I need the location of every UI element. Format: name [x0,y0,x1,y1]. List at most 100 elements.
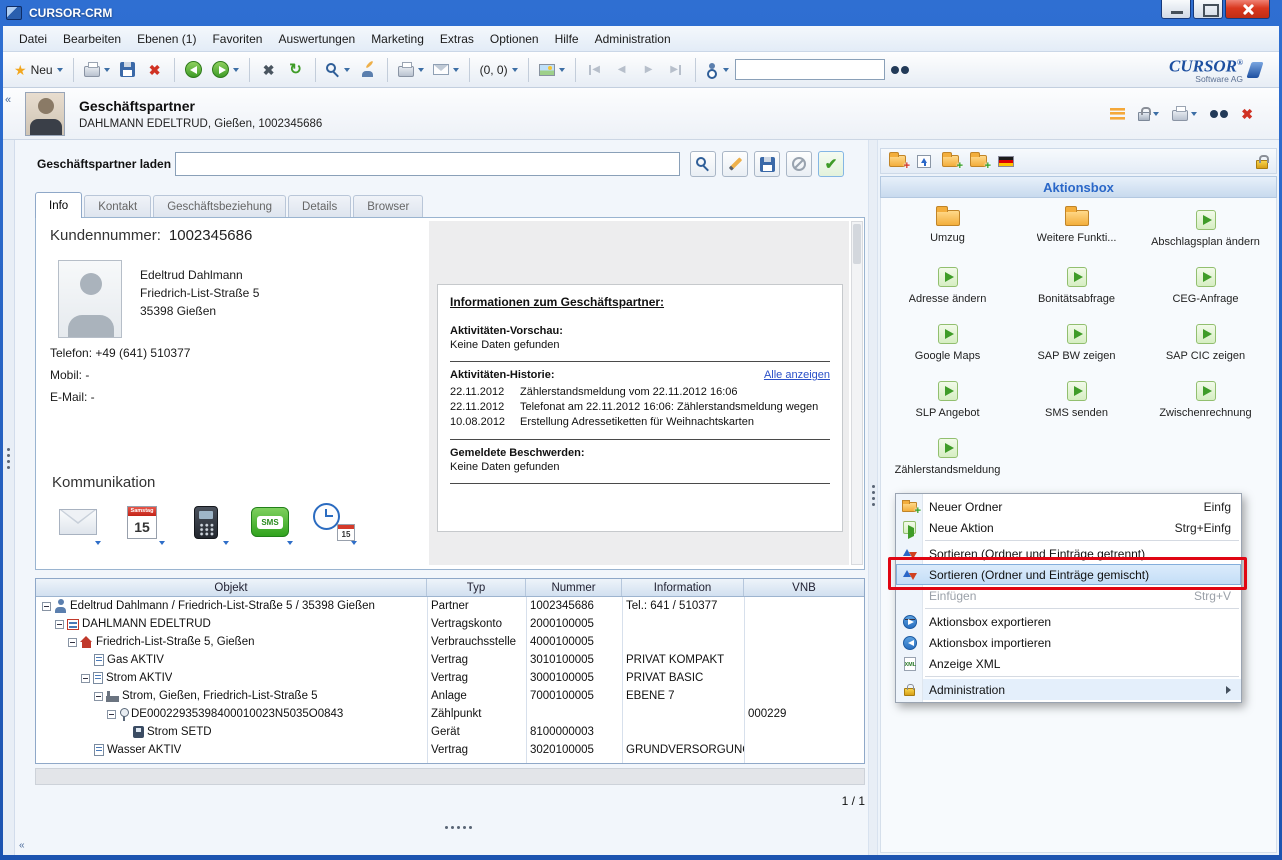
right-splitter[interactable] [868,140,878,855]
action-abschlagsplan-aendern[interactable]: Abschlagsplan ändern [1141,206,1270,263]
menu-item-favoriten[interactable]: Favoriten [204,28,270,50]
action-ceg-anfrage[interactable]: CEG-Anfrage [1141,263,1270,320]
person-search-button[interactable] [703,57,732,83]
send-email-button[interactable] [54,498,102,546]
info-zone-scrollbar[interactable] [851,221,863,565]
collapse-toggle[interactable] [81,674,90,683]
print-button[interactable] [81,57,113,83]
find-button[interactable] [888,57,912,83]
header-print-button[interactable] [1172,107,1197,121]
table-row-vertragskonto[interactable]: DAHLMANN EDELTRUD Vertragskonto 20001000… [36,615,864,633]
action-zwischenrechnung[interactable]: Zwischenrechnung [1141,377,1270,434]
menu-item-ebenen[interactable]: Ebenen (1) [129,28,204,50]
close-view-icon[interactable]: ✖ [1241,107,1253,121]
action-weitere-funktionen[interactable]: Weitere Funkti... [1012,206,1141,263]
collapse-toggle[interactable] [68,638,77,647]
loader-save-button[interactable] [754,151,780,177]
table-row-zaehlpunkt[interactable]: DE00022935398400010023N5035O0843 Zählpun… [36,705,864,723]
next-record-button[interactable]: ▶ [637,57,661,83]
appointment-button[interactable]: 15 [310,498,358,546]
action-sap-cic-zeigen[interactable]: SAP CIC zeigen [1141,320,1270,377]
table-row-geraet[interactable]: Strom SETD Gerät 8100000003 [36,723,864,741]
ctx-anzeige-xml[interactable]: Anzeige XML [896,653,1241,674]
column-header-objekt[interactable]: Objekt [36,579,427,596]
menu-item-datei[interactable]: Datei [11,28,55,50]
edit-partner-button[interactable] [356,57,380,83]
loader-confirm-button[interactable]: ✔ [818,151,844,177]
quick-search-input[interactable] [735,59,885,80]
new-folder-icon[interactable] [889,155,906,167]
table-row-vertrag-strom[interactable]: Strom AKTIV Vertrag 3000100005 PRIVAT BA… [36,669,864,687]
action-zaehlerstandsmeldung[interactable]: Zählerstandsmeldung [883,434,1012,491]
loader-cancel-button[interactable] [786,151,812,177]
extended-search-button[interactable] [323,57,353,83]
parent-level-icon[interactable] [917,155,931,168]
action-slp-angebot[interactable]: SLP Angebot [883,377,1012,434]
ctx-neue-aktion[interactable]: Neue Aktion Strg+Einfg [896,517,1241,538]
left-splitter[interactable] [3,140,15,855]
mail-button[interactable] [430,57,462,83]
print-report-button[interactable] [395,57,427,83]
save-button[interactable] [116,57,140,83]
phone-button[interactable] [182,498,230,546]
ctx-sortieren-getrennt[interactable]: Sortieren (Ordner und Einträge getrennt) [896,543,1241,564]
table-row-verbrauchsstelle[interactable]: Friedrich-List-Straße 5, Gießen Verbrauc… [36,633,864,651]
loader-search-button[interactable] [690,151,716,177]
alle-anzeigen-link[interactable]: Alle anzeigen [764,369,830,383]
menu-item-administration[interactable]: Administration [587,28,679,50]
lock-button[interactable] [1138,106,1159,121]
table-horizontal-scrollbar[interactable] [35,768,865,785]
action-umzug[interactable]: Umzug [883,206,1012,263]
bottom-splitter-grip[interactable] [445,826,448,829]
aktionsbox-lock-icon[interactable] [1256,160,1268,169]
menu-item-bearbeiten[interactable]: Bearbeiten [55,28,129,50]
collapse-toggle[interactable] [94,692,103,701]
add-action-icon[interactable] [970,155,987,167]
first-record-button[interactable]: ◀ [583,57,607,83]
column-header-information[interactable]: Information [622,579,744,596]
action-bonitaetsabfrage[interactable]: Bonitätsabfrage [1012,263,1141,320]
previous-record-button[interactable]: ◀ [610,57,634,83]
header-search-icon[interactable] [1210,108,1228,120]
last-record-button[interactable]: ▶ [664,57,688,83]
action-adresse-aendern[interactable]: Adresse ändern [883,263,1012,320]
collapse-toggle[interactable] [42,602,51,611]
column-header-typ[interactable]: Typ [427,579,526,596]
table-row-anlage[interactable]: Strom, Gießen, Friedrich-List-Straße 5 A… [36,687,864,705]
loader-edit-button[interactable] [722,151,748,177]
partner-load-input[interactable] [175,152,680,176]
image-button[interactable] [536,57,568,83]
close-button[interactable] [1225,0,1270,19]
collapse-left-icon[interactable]: « [5,94,11,106]
tab-details[interactable]: Details [288,195,351,218]
table-row-vertrag-wasser[interactable]: Wasser AKTIV Vertrag 3020100005 GRUNDVER… [36,741,864,759]
maximize-button[interactable] [1193,0,1223,19]
selection-counter[interactable]: (0, 0) [477,57,521,83]
menu-item-auswertungen[interactable]: Auswertungen [270,28,363,50]
back-button[interactable] [182,57,206,83]
ctx-sortieren-gemischt[interactable]: Sortieren (Ordner und Einträge gemischt) [896,564,1241,585]
left-splitter-grip[interactable] [7,448,10,451]
refresh-button[interactable]: ↻ [284,57,308,83]
collapse-toggle[interactable] [55,620,64,629]
action-sap-bw-zeigen[interactable]: SAP BW zeigen [1012,320,1141,377]
right-splitter-grip[interactable] [872,485,875,488]
ctx-administration[interactable]: Administration [896,679,1241,700]
ctx-aktionsbox-importieren[interactable]: Aktionsbox importieren [896,632,1241,653]
menu-item-hilfe[interactable]: Hilfe [547,28,587,50]
menu-item-optionen[interactable]: Optionen [482,28,547,50]
forward-button[interactable] [209,57,242,83]
german-language-icon[interactable] [998,156,1014,167]
action-sms-senden[interactable]: SMS senden [1012,377,1141,434]
column-header-vnb[interactable]: VNB [744,579,864,596]
tab-browser[interactable]: Browser [353,195,423,218]
tab-geschaeftsbeziehung[interactable]: Geschäftsbeziehung [153,195,286,218]
ctx-aktionsbox-exportieren[interactable]: Aktionsbox exportieren [896,611,1241,632]
menu-item-marketing[interactable]: Marketing [363,28,432,50]
collapse-bottom-icon[interactable]: « [19,840,25,851]
new-button[interactable]: ★ Neu [11,57,66,83]
calendar-button[interactable]: Samstag15 [118,498,166,546]
collapse-toggle[interactable] [107,710,116,719]
tab-kontakt[interactable]: Kontakt [84,195,151,218]
action-google-maps[interactable]: Google Maps [883,320,1012,377]
